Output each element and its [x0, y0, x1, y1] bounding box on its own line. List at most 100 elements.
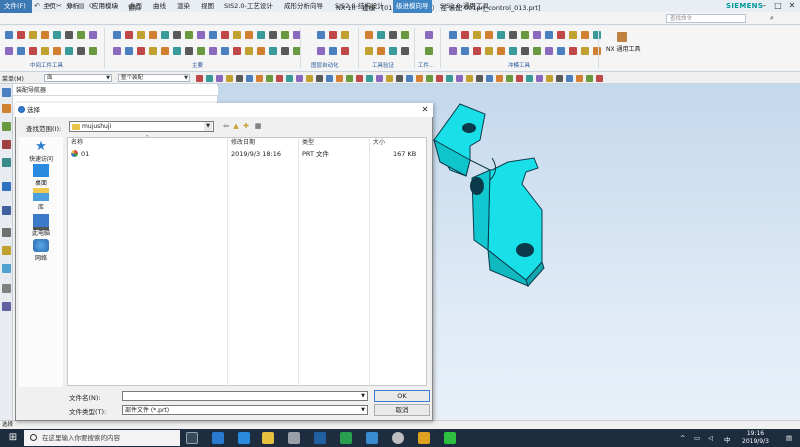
- clock[interactable]: 19:16 2019/9/3: [742, 430, 769, 446]
- snap-point-icon[interactable]: [576, 75, 583, 82]
- volume-tray-icon[interactable]: ◁: [708, 434, 713, 442]
- ribbon-tool-icon[interactable]: [401, 31, 409, 39]
- ribbon-tool-icon[interactable]: [257, 31, 265, 39]
- edge-browser-icon[interactable]: [212, 432, 224, 444]
- ribbon-tool-icon[interactable]: [185, 47, 193, 55]
- snap-point-icon[interactable]: [566, 75, 573, 82]
- app-icon[interactable]: [340, 432, 352, 444]
- ribbon-tool-icon[interactable]: [41, 47, 49, 55]
- snap-point-icon[interactable]: [426, 75, 433, 82]
- ribbon-tool-icon[interactable]: [425, 47, 433, 55]
- ribbon-tool-icon[interactable]: [269, 47, 277, 55]
- new-folder-icon[interactable]: ✚: [242, 122, 250, 131]
- snap-point-icon[interactable]: [546, 75, 553, 82]
- notification-icon[interactable]: ▤: [786, 434, 792, 442]
- ribbon-tool-icon[interactable]: [533, 47, 541, 55]
- bracket-model[interactable]: [430, 100, 550, 290]
- snap-point-icon[interactable]: [436, 75, 443, 82]
- ribbon-tool-icon[interactable]: [233, 31, 241, 39]
- ribbon-tool-icon[interactable]: [17, 31, 25, 39]
- ribbon-tool-icon[interactable]: [89, 47, 97, 55]
- tab-curve[interactable]: 曲线: [153, 0, 166, 13]
- ribbon-tool-icon[interactable]: [521, 47, 529, 55]
- minimize-button[interactable]: –: [758, 1, 770, 11]
- snap-point-icon[interactable]: [256, 75, 263, 82]
- snap-point-icon[interactable]: [386, 75, 393, 82]
- ie-browser-icon[interactable]: [238, 432, 250, 444]
- task-view-icon[interactable]: [186, 432, 198, 444]
- ribbon-tool-icon[interactable]: [209, 47, 217, 55]
- ribbon-tool-icon[interactable]: [137, 31, 145, 39]
- snap-point-icon[interactable]: [346, 75, 353, 82]
- close-button[interactable]: ✕: [786, 1, 798, 11]
- tab-file[interactable]: 文件(F): [0, 0, 32, 13]
- dialog-close-button[interactable]: ✕: [419, 104, 431, 116]
- part-navigator-icon[interactable]: [2, 122, 11, 131]
- ribbon-tool-icon[interactable]: [281, 47, 289, 55]
- ribbon-tool-icon[interactable]: [29, 31, 37, 39]
- ribbon-tool-icon[interactable]: [533, 31, 541, 39]
- search-icon[interactable]: ⌕: [770, 14, 774, 23]
- tab-applications[interactable]: 应用模块: [92, 0, 118, 13]
- snap-point-icon[interactable]: [506, 75, 513, 82]
- ribbon-tool-icon[interactable]: [17, 47, 25, 55]
- snap-point-icon[interactable]: [486, 75, 493, 82]
- manufacturing-wizard-icon[interactable]: [2, 264, 11, 273]
- ribbon-tool-icon[interactable]: [425, 31, 433, 39]
- windows-start-icon[interactable]: ⊞: [2, 430, 24, 446]
- web-browser-icon[interactable]: [2, 182, 11, 191]
- ribbon-tool-icon[interactable]: [125, 47, 133, 55]
- ribbon-tool-icon[interactable]: [221, 47, 229, 55]
- ribbon-tool-icon[interactable]: [113, 31, 121, 39]
- column-header-date[interactable]: 修改日期: [231, 138, 255, 147]
- ribbon-tool-icon[interactable]: [5, 31, 13, 39]
- snap-point-icon[interactable]: [476, 75, 483, 82]
- column-header-type[interactable]: 类型: [302, 138, 314, 147]
- file-row-name[interactable]: 01: [81, 150, 89, 158]
- assembly-navigator-icon[interactable]: [2, 88, 11, 97]
- snap-point-icon[interactable]: [526, 75, 533, 82]
- ribbon-tool-icon[interactable]: [473, 47, 481, 55]
- ribbon-tool-icon[interactable]: [173, 47, 181, 55]
- ribbon-tool-icon[interactable]: [53, 31, 61, 39]
- snap-point-icon[interactable]: [376, 75, 383, 82]
- ribbon-tool-icon[interactable]: [329, 31, 337, 39]
- snap-point-icon[interactable]: [446, 75, 453, 82]
- ribbon-tool-icon[interactable]: [113, 47, 121, 55]
- ribbon-tool-icon[interactable]: [461, 31, 469, 39]
- app-icon[interactable]: [392, 432, 404, 444]
- history-icon[interactable]: [2, 206, 11, 215]
- ribbon-tool-icon[interactable]: [185, 31, 193, 39]
- snap-point-icon[interactable]: [406, 75, 413, 82]
- ribbon-tool-icon[interactable]: [245, 47, 253, 55]
- app-icon[interactable]: [418, 432, 430, 444]
- ribbon-tool-icon[interactable]: [233, 47, 241, 55]
- snap-point-icon[interactable]: [216, 75, 223, 82]
- ribbon-tool-icon[interactable]: [329, 47, 337, 55]
- snap-point-icon[interactable]: [416, 75, 423, 82]
- ribbon-tool-icon[interactable]: [5, 47, 13, 55]
- ribbon-tool-icon[interactable]: [389, 47, 397, 55]
- ribbon-tool-icon[interactable]: [473, 31, 481, 39]
- constraint-navigator-icon[interactable]: [2, 104, 11, 113]
- ribbon-tool-icon[interactable]: [509, 31, 517, 39]
- command-search-input[interactable]: 查找命令: [666, 14, 746, 23]
- ribbon-tool-icon[interactable]: [545, 31, 553, 39]
- ribbon-tool-icon[interactable]: [509, 47, 517, 55]
- snap-point-icon[interactable]: [586, 75, 593, 82]
- snap-point-icon[interactable]: [236, 75, 243, 82]
- file-list[interactable]: [67, 137, 427, 386]
- ribbon-tool-icon[interactable]: [341, 47, 349, 55]
- snap-point-icon[interactable]: [596, 75, 603, 82]
- tab-surface[interactable]: 曲面: [129, 0, 142, 13]
- file-name-input[interactable]: ▼: [122, 391, 368, 401]
- store-icon[interactable]: [288, 432, 300, 444]
- ribbon-tool-icon[interactable]: [173, 31, 181, 39]
- snap-point-icon[interactable]: [496, 75, 503, 82]
- roles-icon[interactable]: [2, 284, 11, 293]
- tab-structure-design[interactable]: SIS2.0-结构设计: [335, 0, 384, 13]
- ribbon-tool-icon[interactable]: [317, 47, 325, 55]
- ribbon-tool-icon[interactable]: [449, 47, 457, 55]
- ribbon-tool-icon[interactable]: [53, 47, 61, 55]
- ribbon-tool-icon[interactable]: [365, 47, 373, 55]
